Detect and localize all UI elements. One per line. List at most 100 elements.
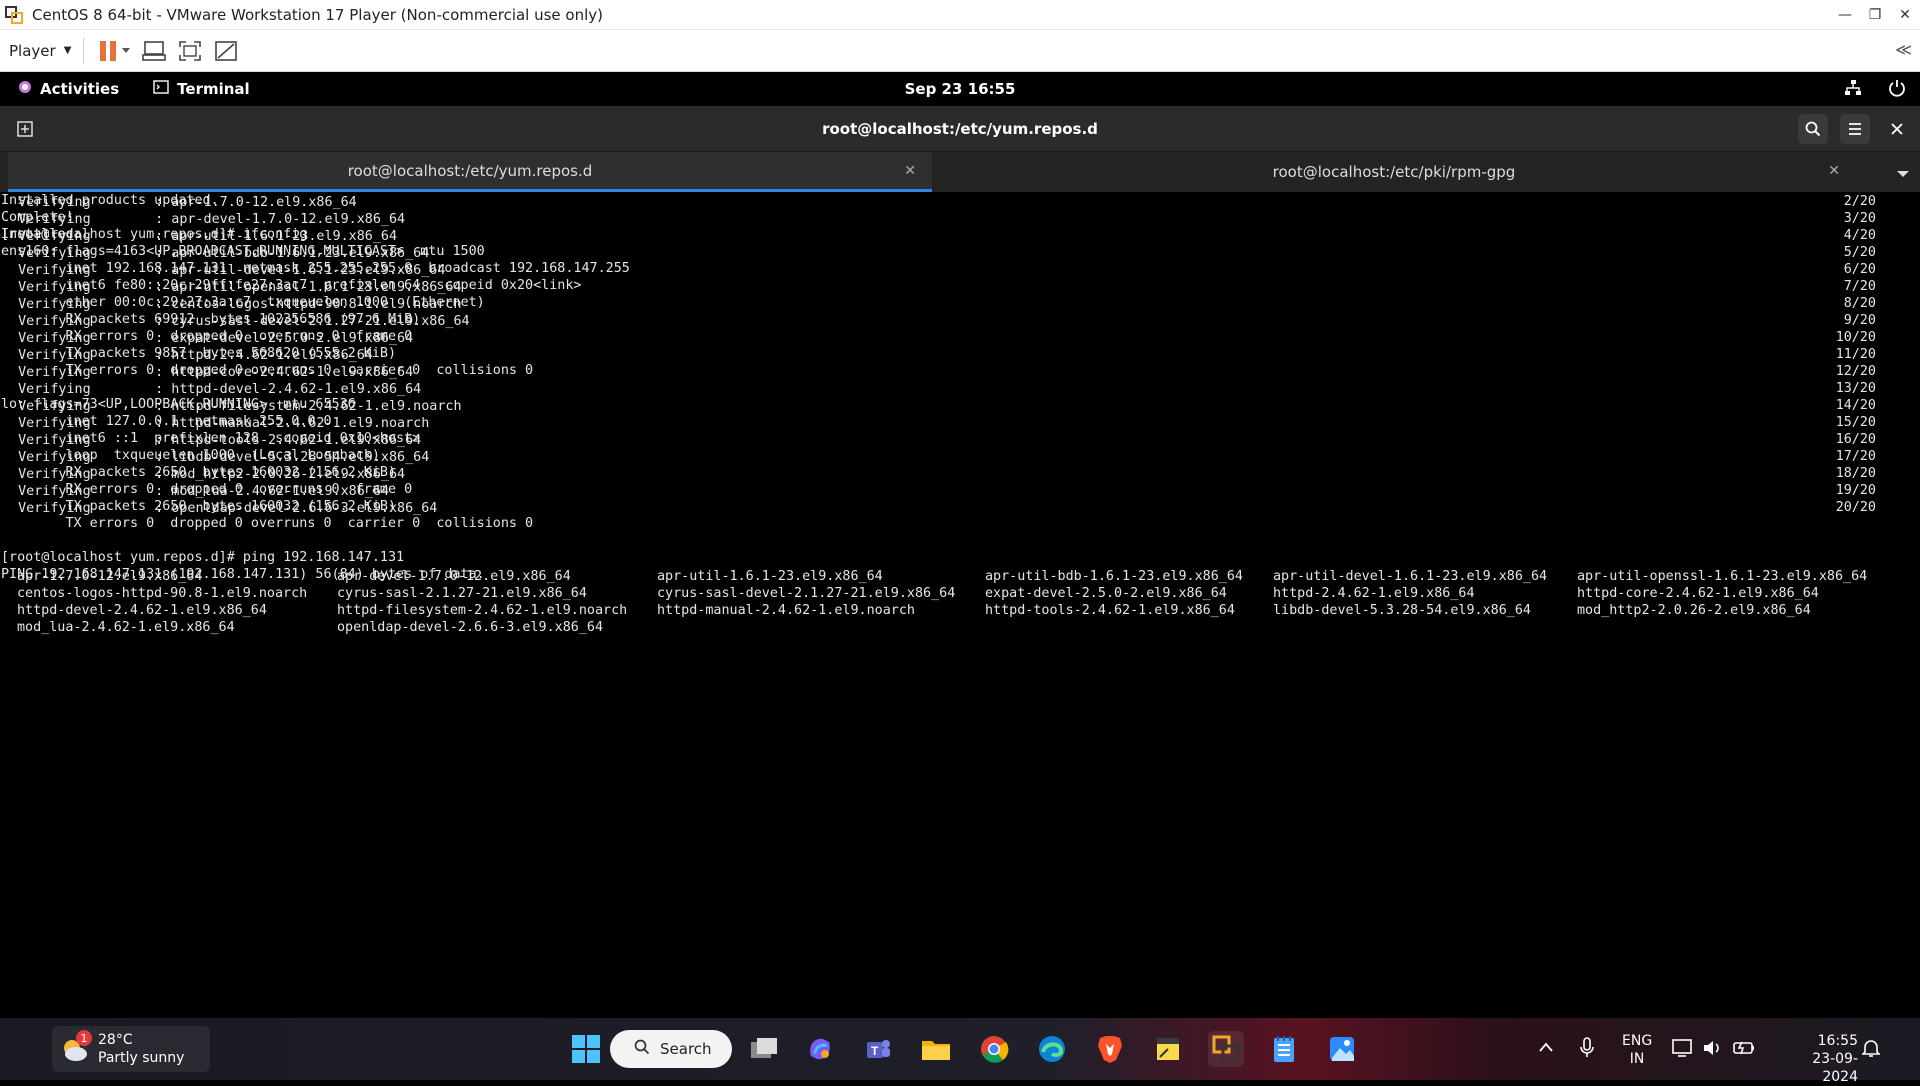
power-icon[interactable] [1888, 79, 1906, 101]
full-screen-icon[interactable] [174, 35, 206, 67]
close-tab-icon[interactable]: ✕ [904, 163, 916, 179]
installed-package: apr-util-devel-1.6.1-23.el9.x86_64 [1273, 569, 1548, 584]
tab-label: root@localhost:/etc/yum.repos.d [347, 161, 593, 180]
search-label: Search [660, 1040, 712, 1058]
activities-button[interactable]: Activities [18, 80, 119, 98]
file-explorer-icon[interactable] [918, 1031, 954, 1067]
installed-package [657, 619, 985, 636]
start-button[interactable] [569, 1032, 603, 1066]
verify-count: 5/20 [1843, 245, 1876, 260]
installed-package: httpd-manual-2.4.62-1.el9.noarch [657, 603, 915, 618]
chevron-down-icon: ▼ [63, 45, 72, 56]
installed-package: centos-logos-httpd-90.8-1.el9.noarch [17, 586, 308, 601]
verify-count: 12/20 [1835, 364, 1876, 379]
notepad-icon[interactable] [1266, 1031, 1302, 1067]
restore-icon[interactable]: ❐ [1860, 0, 1890, 30]
close-tab-icon[interactable]: ✕ [1828, 163, 1840, 179]
vmware-title-bar: CentOS 8 64-bit - VMware Workstation 17 … [0, 0, 1920, 30]
verify-count: 11/20 [1835, 347, 1876, 362]
close-icon[interactable]: ✕ [1890, 0, 1920, 30]
battery-icon[interactable] [1732, 1038, 1756, 1062]
activities-icon [18, 80, 32, 98]
installed-package [1273, 619, 1577, 636]
lang-top: ENG [1622, 1033, 1653, 1049]
photos-icon[interactable] [1324, 1031, 1360, 1067]
vmware-window-title: CentOS 8 64-bit - VMware Workstation 17 … [32, 5, 604, 24]
installed-package: httpd-2.4.62-1.el9.x86_64 [1273, 586, 1475, 601]
installed-package: mod_lua-2.4.62-1.el9.x86_64 [17, 620, 235, 635]
taskbar-search[interactable]: Search [610, 1030, 732, 1068]
weather-icon: 1 [58, 1030, 92, 1066]
installed-package: mod_http2-2.0.26-2.el9.x86_64 [1577, 603, 1811, 618]
installed-package: apr-util-bdb-1.6.1-23.el9.x86_64 [985, 569, 1243, 584]
activities-label: Activities [40, 80, 120, 98]
minimize-icon[interactable]: — [1830, 0, 1860, 30]
search-icon[interactable] [1798, 114, 1828, 144]
verify-count: 18/20 [1835, 466, 1876, 481]
teams-icon[interactable]: T [860, 1031, 896, 1067]
player-menu[interactable]: Player ▼ [9, 42, 71, 60]
send-ctrl-alt-del-icon[interactable] [138, 35, 170, 67]
vmware-taskbar-icon[interactable] [1208, 1031, 1244, 1067]
terminal-app-label: Terminal [177, 80, 250, 98]
verify-count: 20/20 [1835, 500, 1876, 515]
close-window-icon[interactable] [1882, 114, 1912, 144]
installed-package: openldap-devel-2.6.6-3.el9.x86_64 [337, 620, 604, 635]
installed-package: httpd-filesystem-2.4.62-1.el9.noarch [337, 603, 628, 618]
copilot-icon[interactable] [802, 1031, 838, 1067]
hamburger-menu-icon[interactable] [1840, 114, 1870, 144]
weather-condition: Partly sunny [98, 1050, 185, 1066]
pause-button[interactable] [94, 35, 134, 67]
taskbar-clock[interactable]: 16:55 23-09-2024 [1782, 1032, 1858, 1086]
installed-package: cyrus-sasl-2.1.27-21.el9.x86_64 [337, 586, 587, 601]
installed-package: apr-util-1.6.1-23.el9.x86_64 [657, 569, 883, 584]
vmware-toolbar: Player ▼ ≪ [0, 30, 1920, 72]
installed-package: libdb-devel-5.3.28-54.el9.x86_64 [1273, 603, 1531, 618]
notification-bell-icon[interactable] [1861, 1038, 1881, 1062]
verify-count: 2/20 [1843, 194, 1876, 209]
volume-icon[interactable] [1702, 1038, 1722, 1062]
verify-count: 15/20 [1835, 415, 1876, 430]
unity-icon[interactable] [210, 35, 242, 67]
verify-count: 16/20 [1835, 432, 1876, 447]
terminal-tab-bar: root@localhost:/etc/yum.repos.d ✕ root@l… [0, 152, 1920, 192]
network-icon[interactable] [1844, 79, 1862, 101]
tab-rpm-gpg[interactable]: root@localhost:/etc/pki/rpm-gpg ✕ [932, 152, 1856, 192]
language-indicator[interactable]: ENG IN [1622, 1032, 1652, 1068]
player-menu-label: Player [9, 41, 56, 60]
terminal-window-title: root@localhost:/etc/yum.repos.d [822, 119, 1098, 138]
search-icon [634, 1039, 650, 1059]
sticky-notes-icon[interactable] [1150, 1031, 1186, 1067]
vmware-logo-icon [4, 5, 24, 25]
terminal-output[interactable]: Verifying : apr-1.7.0-12.el9.x86_64 2/20 … [0, 192, 1920, 1018]
verify-count: 13/20 [1835, 381, 1876, 396]
installed-package [985, 619, 1273, 636]
display-network-icon[interactable] [1672, 1038, 1694, 1062]
gnome-top-bar: Activities Terminal Sep 23 16:55 [0, 72, 1920, 106]
windows-logo-icon [572, 1035, 600, 1063]
chevron-up-icon[interactable] [1538, 1038, 1554, 1057]
gnome-clock[interactable]: Sep 23 16:55 [0, 80, 1920, 98]
taskbar-time: 16:55 [1817, 1033, 1858, 1049]
chrome-icon[interactable] [976, 1031, 1012, 1067]
tab-overflow-icon[interactable] [1896, 164, 1910, 183]
installed-package: httpd-core-2.4.62-1.el9.x86_64 [1577, 586, 1819, 601]
terminal-app-menu[interactable]: Terminal [153, 80, 250, 98]
weather-temp: 28°C [98, 1032, 133, 1048]
verify-count: 14/20 [1835, 398, 1876, 413]
edge-icon[interactable] [1034, 1031, 1070, 1067]
weather-widget[interactable]: 1 28°C Partly sunny [52, 1026, 210, 1072]
installed-package: httpd-devel-2.4.62-1.el9.x86_64 [17, 603, 267, 618]
verify-count: 9/20 [1843, 313, 1876, 328]
verify-count: 4/20 [1843, 228, 1876, 243]
toolbar-divider [83, 37, 85, 64]
collapse-toolbar-icon[interactable]: ≪ [1895, 40, 1912, 59]
microphone-icon[interactable] [1580, 1037, 1594, 1063]
tab-yum-repos[interactable]: root@localhost:/etc/yum.repos.d ✕ [8, 152, 932, 192]
installed-package: expat-devel-2.5.0-2.el9.x86_64 [985, 586, 1227, 601]
installed-package: cyrus-sasl-devel-2.1.27-21.el9.x86_64 [657, 586, 956, 601]
svg-text:T: T [871, 1044, 879, 1058]
task-view-icon[interactable] [746, 1031, 782, 1067]
brave-icon[interactable] [1092, 1031, 1128, 1067]
taskbar-date: 23-09-2024 [1812, 1051, 1858, 1085]
